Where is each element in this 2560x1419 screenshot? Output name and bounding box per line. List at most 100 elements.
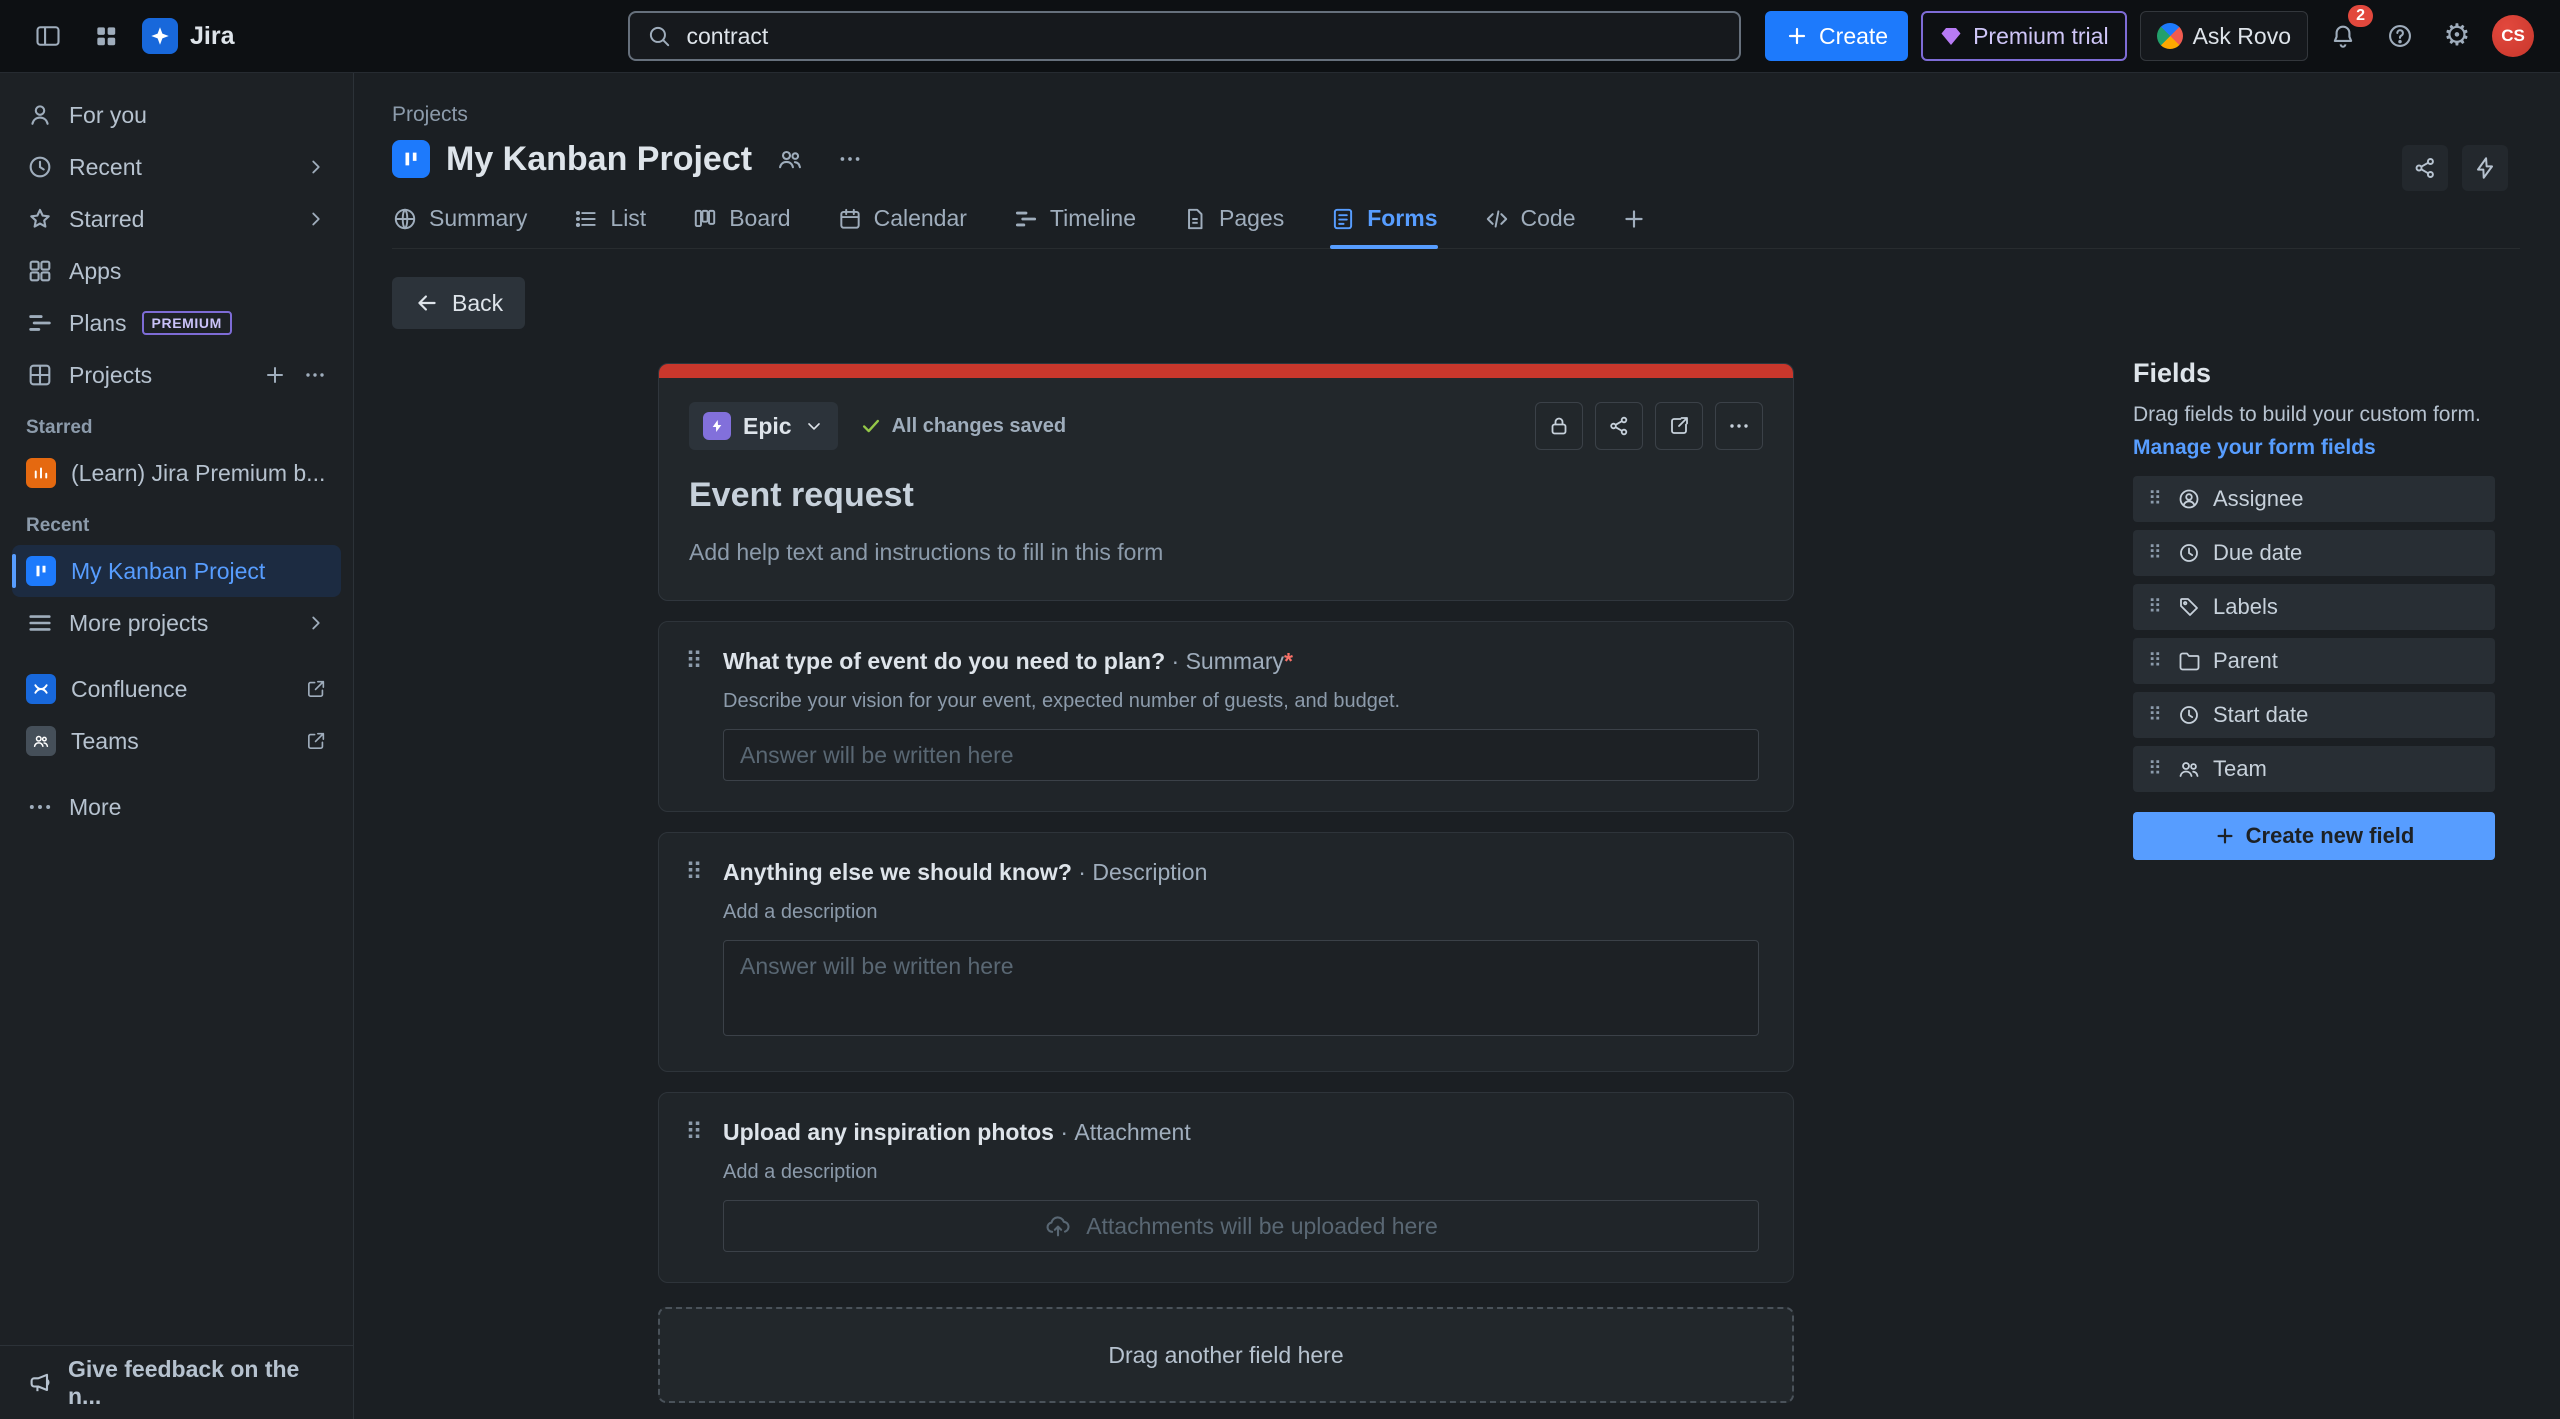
tab-pages[interactable]: Pages bbox=[1182, 205, 1284, 248]
sidebar-item-more[interactable]: More bbox=[12, 781, 341, 833]
selected-indicator bbox=[12, 554, 16, 588]
sidebar-item-apps[interactable]: Apps bbox=[12, 245, 341, 297]
tab-forms[interactable]: Forms bbox=[1330, 205, 1437, 248]
pages-icon bbox=[1182, 206, 1208, 232]
projects-more-icon[interactable] bbox=[303, 363, 327, 387]
help-button[interactable] bbox=[2378, 14, 2422, 58]
back-button[interactable]: Back bbox=[392, 277, 525, 329]
drag-handle-icon: ⠿ bbox=[2145, 598, 2165, 617]
plus-icon bbox=[1785, 24, 1809, 48]
form-help-placeholder[interactable]: Add help text and instructions to fill i… bbox=[689, 539, 1763, 566]
field-description[interactable]: Describe your vision for your event, exp… bbox=[723, 690, 1759, 713]
field-description[interactable]: Add a description bbox=[723, 901, 1759, 924]
premium-trial-button[interactable]: Premium trial bbox=[1921, 11, 2126, 61]
sidebar-item-for-you[interactable]: For you bbox=[12, 89, 341, 141]
sidebar: For you Recent Starred Apps bbox=[0, 73, 354, 1419]
field-item-start-date[interactable]: ⠿ Start date bbox=[2133, 692, 2495, 738]
confluence-logo-icon bbox=[26, 674, 56, 704]
form-field-description: ⠿ Anything else we should know? · Descri… bbox=[658, 832, 1794, 1072]
sidebar-item-my-kanban-project[interactable]: My Kanban Project bbox=[12, 545, 341, 597]
tab-board[interactable]: Board bbox=[692, 205, 790, 248]
add-project-icon[interactable] bbox=[263, 363, 287, 387]
sidebar-item-label: Starred bbox=[69, 206, 144, 233]
more-horizontal-icon bbox=[837, 146, 863, 172]
sidebar-item-learn-project[interactable]: (Learn) Jira Premium b... bbox=[12, 447, 341, 499]
tab-timeline[interactable]: Timeline bbox=[1013, 205, 1136, 248]
sidebar-item-recent[interactable]: Recent bbox=[12, 141, 341, 193]
sidebar-item-confluence[interactable]: Confluence bbox=[12, 663, 341, 715]
feedback-button[interactable]: Give feedback on the n... bbox=[0, 1345, 353, 1419]
tab-calendar[interactable]: Calendar bbox=[837, 205, 967, 248]
sidebar-item-more-projects[interactable]: More projects bbox=[12, 597, 341, 649]
field-item-assignee[interactable]: ⠿ Assignee bbox=[2133, 476, 2495, 522]
search-input[interactable] bbox=[686, 23, 1723, 50]
page-title: My Kanban Project bbox=[446, 140, 752, 179]
clock-icon bbox=[2177, 703, 2201, 727]
manage-form-fields-link[interactable]: Manage your form fields bbox=[2133, 436, 2376, 460]
share-button[interactable] bbox=[2402, 145, 2448, 191]
jira-logo-icon bbox=[142, 18, 178, 54]
issue-type-dropdown[interactable]: Epic bbox=[689, 402, 838, 450]
field-description[interactable]: Add a description bbox=[723, 1161, 1759, 1184]
add-tab-button[interactable] bbox=[1621, 206, 1647, 248]
brand[interactable]: Jira bbox=[142, 18, 234, 54]
tab-list[interactable]: List bbox=[573, 205, 646, 248]
field-title[interactable]: Upload any inspiration photos · Attachme… bbox=[723, 1119, 1759, 1146]
sidebar-toggle-button[interactable] bbox=[26, 14, 70, 58]
save-status-label: All changes saved bbox=[892, 415, 1067, 438]
ask-rovo-label: Ask Rovo bbox=[2193, 23, 2291, 50]
project-avatar bbox=[392, 140, 430, 178]
field-item-labels[interactable]: ⠿ Labels bbox=[2133, 584, 2495, 630]
field-title[interactable]: What type of event do you need to plan? … bbox=[723, 648, 1759, 675]
drag-handle-icon[interactable]: ⠿ bbox=[681, 1119, 707, 1252]
field-item-parent[interactable]: ⠿ Parent bbox=[2133, 638, 2495, 684]
app-switcher-button[interactable] bbox=[84, 14, 128, 58]
sidebar-item-plans[interactable]: Plans PREMIUM bbox=[12, 297, 341, 349]
field-dropzone[interactable]: Drag another field here bbox=[658, 1307, 1794, 1403]
field-title[interactable]: Anything else we should know? · Descript… bbox=[723, 859, 1759, 886]
field-item-team[interactable]: ⠿ Team bbox=[2133, 746, 2495, 792]
project-avatar bbox=[26, 556, 56, 586]
form-access-button[interactable] bbox=[1535, 402, 1583, 450]
sidebar-item-starred[interactable]: Starred bbox=[12, 193, 341, 245]
sidebar-item-teams[interactable]: Teams bbox=[12, 715, 341, 767]
project-members-button[interactable] bbox=[768, 137, 812, 181]
drag-handle-icon[interactable]: ⠿ bbox=[681, 859, 707, 1041]
timeline-icon bbox=[1013, 206, 1039, 232]
sidebar-item-label: (Learn) Jira Premium b... bbox=[71, 460, 325, 487]
description-answer-textarea[interactable] bbox=[723, 940, 1759, 1036]
attachment-upload-area[interactable]: Attachments will be uploaded here bbox=[723, 1200, 1759, 1252]
lightning-icon bbox=[2472, 155, 2498, 181]
sidebar-item-label: Projects bbox=[69, 362, 152, 389]
form-field-attachment: ⠿ Upload any inspiration photos · Attach… bbox=[658, 1092, 1794, 1283]
drag-handle-icon[interactable]: ⠿ bbox=[681, 648, 707, 781]
field-item-label: Start date bbox=[2213, 702, 2308, 728]
people-icon bbox=[776, 145, 804, 173]
search-bar[interactable] bbox=[628, 11, 1741, 61]
breadcrumb[interactable]: Projects bbox=[392, 103, 468, 127]
project-more-button[interactable] bbox=[828, 137, 872, 181]
form-more-button[interactable] bbox=[1715, 402, 1763, 450]
field-item-label: Labels bbox=[2213, 594, 2278, 620]
projects-icon bbox=[26, 361, 54, 389]
settings-button[interactable]: ⚙ bbox=[2435, 14, 2479, 58]
tab-code[interactable]: Code bbox=[1484, 205, 1576, 248]
summary-answer-input[interactable] bbox=[723, 729, 1759, 781]
create-new-field-button[interactable]: Create new field bbox=[2133, 812, 2495, 860]
field-item-due-date[interactable]: ⠿ Due date bbox=[2133, 530, 2495, 576]
form-share-button[interactable] bbox=[1595, 402, 1643, 450]
star-icon bbox=[26, 205, 54, 233]
user-avatar[interactable]: CS bbox=[2492, 15, 2534, 57]
ask-rovo-button[interactable]: Ask Rovo bbox=[2140, 11, 2308, 61]
form-open-button[interactable] bbox=[1655, 402, 1703, 450]
create-button[interactable]: Create bbox=[1765, 11, 1908, 61]
sidebar-item-projects[interactable]: Projects bbox=[12, 349, 341, 401]
tab-label: Code bbox=[1521, 205, 1576, 232]
chevron-right-icon bbox=[305, 208, 327, 230]
tab-summary[interactable]: Summary bbox=[392, 205, 527, 248]
help-icon bbox=[2386, 22, 2414, 50]
automation-button[interactable] bbox=[2462, 145, 2508, 191]
form-title[interactable]: Event request bbox=[689, 476, 1763, 515]
tab-label: List bbox=[610, 205, 646, 232]
project-avatar bbox=[26, 458, 56, 488]
